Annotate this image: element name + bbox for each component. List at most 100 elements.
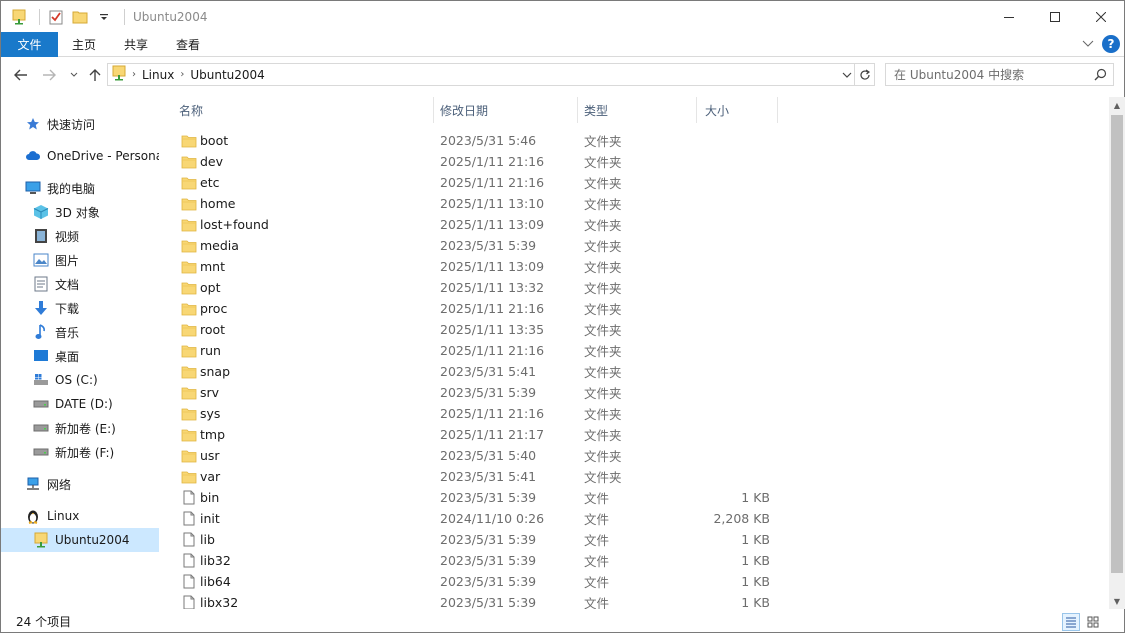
file-name-cell[interactable]: root	[181, 319, 225, 340]
table-row[interactable]: run 2025/1/11 21:16 文件夹	[161, 340, 1109, 361]
table-row[interactable]: var 2023/5/31 5:41 文件夹	[161, 466, 1109, 487]
folder-pin-icon[interactable]	[9, 7, 29, 27]
file-name-cell[interactable]: proc	[181, 298, 227, 319]
expand-ribbon-icon[interactable]	[1082, 37, 1094, 51]
file-name-cell[interactable]: lib	[181, 529, 215, 550]
table-row[interactable]: opt 2025/1/11 13:32 文件夹	[161, 277, 1109, 298]
file-name-cell[interactable]: bin	[181, 487, 219, 508]
sidebar-item-linux[interactable]: Linux	[1, 504, 159, 528]
file-name-cell[interactable]: libx32	[181, 592, 238, 609]
tab-view[interactable]: 查看	[162, 32, 214, 57]
table-row[interactable]: tmp 2025/1/11 21:17 文件夹	[161, 424, 1109, 445]
new-folder-icon[interactable]	[70, 7, 90, 27]
minimize-icon[interactable]	[986, 1, 1032, 32]
close-icon[interactable]	[1078, 1, 1124, 32]
sidebar-item-onedrive[interactable]: OneDrive - Personal	[1, 144, 159, 168]
table-row[interactable]: sys 2025/1/11 21:16 文件夹	[161, 403, 1109, 424]
sidebar-item-music[interactable]: 音乐	[1, 320, 159, 344]
sidebar-item-downloads[interactable]: 下载	[1, 296, 159, 320]
properties-check-icon[interactable]	[46, 7, 66, 27]
file-name-cell[interactable]: run	[181, 340, 221, 361]
file-name-cell[interactable]: media	[181, 235, 239, 256]
table-row[interactable]: lost+found 2025/1/11 13:09 文件夹	[161, 214, 1109, 235]
table-row[interactable]: boot 2023/5/31 5:46 文件夹	[161, 130, 1109, 151]
search-icon[interactable]	[1094, 68, 1107, 84]
table-row[interactable]: media 2023/5/31 5:39 文件夹	[161, 235, 1109, 256]
vertical-scrollbar[interactable]: ▲ ▼	[1109, 97, 1125, 609]
table-row[interactable]: lib64 2023/5/31 5:39 文件 1 KB	[161, 571, 1109, 592]
file-name-cell[interactable]: dev	[181, 151, 223, 172]
file-name-cell[interactable]: lib64	[181, 571, 231, 592]
table-row[interactable]: lib32 2023/5/31 5:39 文件 1 KB	[161, 550, 1109, 571]
table-row[interactable]: root 2025/1/11 13:35 文件夹	[161, 319, 1109, 340]
table-row[interactable]: snap 2023/5/31 5:41 文件夹	[161, 361, 1109, 382]
sidebar-item-this-pc[interactable]: 我的电脑	[1, 176, 159, 200]
sidebar-item-documents[interactable]: 文档	[1, 272, 159, 296]
file-name-cell[interactable]: opt	[181, 277, 220, 298]
table-row[interactable]: proc 2025/1/11 21:16 文件夹	[161, 298, 1109, 319]
column-date-modified[interactable]: 修改日期	[434, 97, 578, 123]
refresh-icon[interactable]	[855, 63, 875, 86]
file-name-cell[interactable]: srv	[181, 382, 219, 403]
table-row[interactable]: lib 2023/5/31 5:39 文件 1 KB	[161, 529, 1109, 550]
sidebar-item-drive-f[interactable]: 新加卷 (F:)	[1, 440, 159, 464]
help-icon[interactable]: ?	[1102, 35, 1120, 53]
file-name-cell[interactable]: usr	[181, 445, 220, 466]
address-bar[interactable]: › Linux › Ubuntu2004	[107, 63, 855, 86]
sidebar-item-videos[interactable]: 视频	[1, 224, 159, 248]
table-row[interactable]: etc 2025/1/11 21:16 文件夹	[161, 172, 1109, 193]
sidebar-item-desktop[interactable]: 桌面	[1, 344, 159, 368]
breadcrumb-chevron-icon[interactable]: ›	[180, 69, 184, 80]
file-name-cell[interactable]: tmp	[181, 424, 225, 445]
sidebar-item-drive-d[interactable]: DATE (D:)	[1, 392, 159, 416]
sidebar-item-quick-access[interactable]: 快速访问	[1, 112, 159, 136]
file-name-cell[interactable]: sys	[181, 403, 220, 424]
table-row[interactable]: dev 2025/1/11 21:16 文件夹	[161, 151, 1109, 172]
forward-arrow-icon[interactable]	[38, 64, 60, 86]
file-name-cell[interactable]: mnt	[181, 256, 225, 277]
customize-dropdown-icon[interactable]	[94, 7, 114, 27]
recent-locations-chevron-icon[interactable]	[63, 64, 85, 86]
sidebar-item-network[interactable]: 网络	[1, 472, 159, 496]
tab-file[interactable]: 文件	[1, 31, 58, 57]
back-arrow-icon[interactable]	[10, 64, 32, 86]
table-row[interactable]: srv 2023/5/31 5:39 文件夹	[161, 382, 1109, 403]
sidebar-item-drive-c[interactable]: OS (C:)	[1, 368, 159, 392]
scroll-down-icon[interactable]: ▼	[1109, 593, 1125, 609]
file-name-cell[interactable]: lost+found	[181, 214, 269, 235]
file-name-cell[interactable]: init	[181, 508, 220, 529]
search-input[interactable]	[894, 67, 1084, 82]
sidebar-item-pictures[interactable]: 图片	[1, 248, 159, 272]
breadcrumb-ubuntu2004[interactable]: Ubuntu2004	[190, 68, 264, 82]
scroll-up-icon[interactable]: ▲	[1109, 97, 1125, 113]
column-size[interactable]: 大小	[697, 97, 778, 123]
table-row[interactable]: mnt 2025/1/11 13:09 文件夹	[161, 256, 1109, 277]
breadcrumb-chevron-icon[interactable]: ›	[132, 69, 136, 80]
table-row[interactable]: init 2024/11/10 0:26 文件 2,208 KB	[161, 508, 1109, 529]
table-row[interactable]: bin 2023/5/31 5:39 文件 1 KB	[161, 487, 1109, 508]
up-arrow-icon[interactable]	[84, 64, 106, 86]
scrollbar-thumb[interactable]	[1111, 115, 1123, 573]
maximize-icon[interactable]	[1032, 1, 1078, 32]
sidebar-item-ubuntu2004[interactable]: Ubuntu2004	[1, 528, 159, 552]
sidebar-item-3d-objects[interactable]: 3D 对象	[1, 200, 159, 224]
search-box[interactable]	[885, 63, 1114, 86]
column-name[interactable]: 名称	[161, 97, 434, 123]
tab-share[interactable]: 共享	[110, 32, 162, 57]
file-name-cell[interactable]: home	[181, 193, 235, 214]
breadcrumb-linux[interactable]: Linux	[142, 68, 174, 82]
sidebar-item-drive-e[interactable]: 新加卷 (E:)	[1, 416, 159, 440]
file-name-cell[interactable]: etc	[181, 172, 219, 193]
address-history-dropdown-icon[interactable]	[839, 64, 855, 86]
tab-home[interactable]: 主页	[58, 32, 110, 57]
large-icons-view-icon[interactable]	[1084, 613, 1102, 631]
details-view-icon[interactable]	[1062, 613, 1080, 631]
table-row[interactable]: home 2025/1/11 13:10 文件夹	[161, 193, 1109, 214]
table-row[interactable]: usr 2023/5/31 5:40 文件夹	[161, 445, 1109, 466]
file-name-cell[interactable]: lib32	[181, 550, 231, 571]
file-name-cell[interactable]: snap	[181, 361, 230, 382]
file-name-cell[interactable]: var	[181, 466, 220, 487]
table-row[interactable]: libx32 2023/5/31 5:39 文件 1 KB	[161, 592, 1109, 609]
file-name-cell[interactable]: boot	[181, 130, 228, 151]
column-type[interactable]: 类型	[578, 97, 697, 123]
